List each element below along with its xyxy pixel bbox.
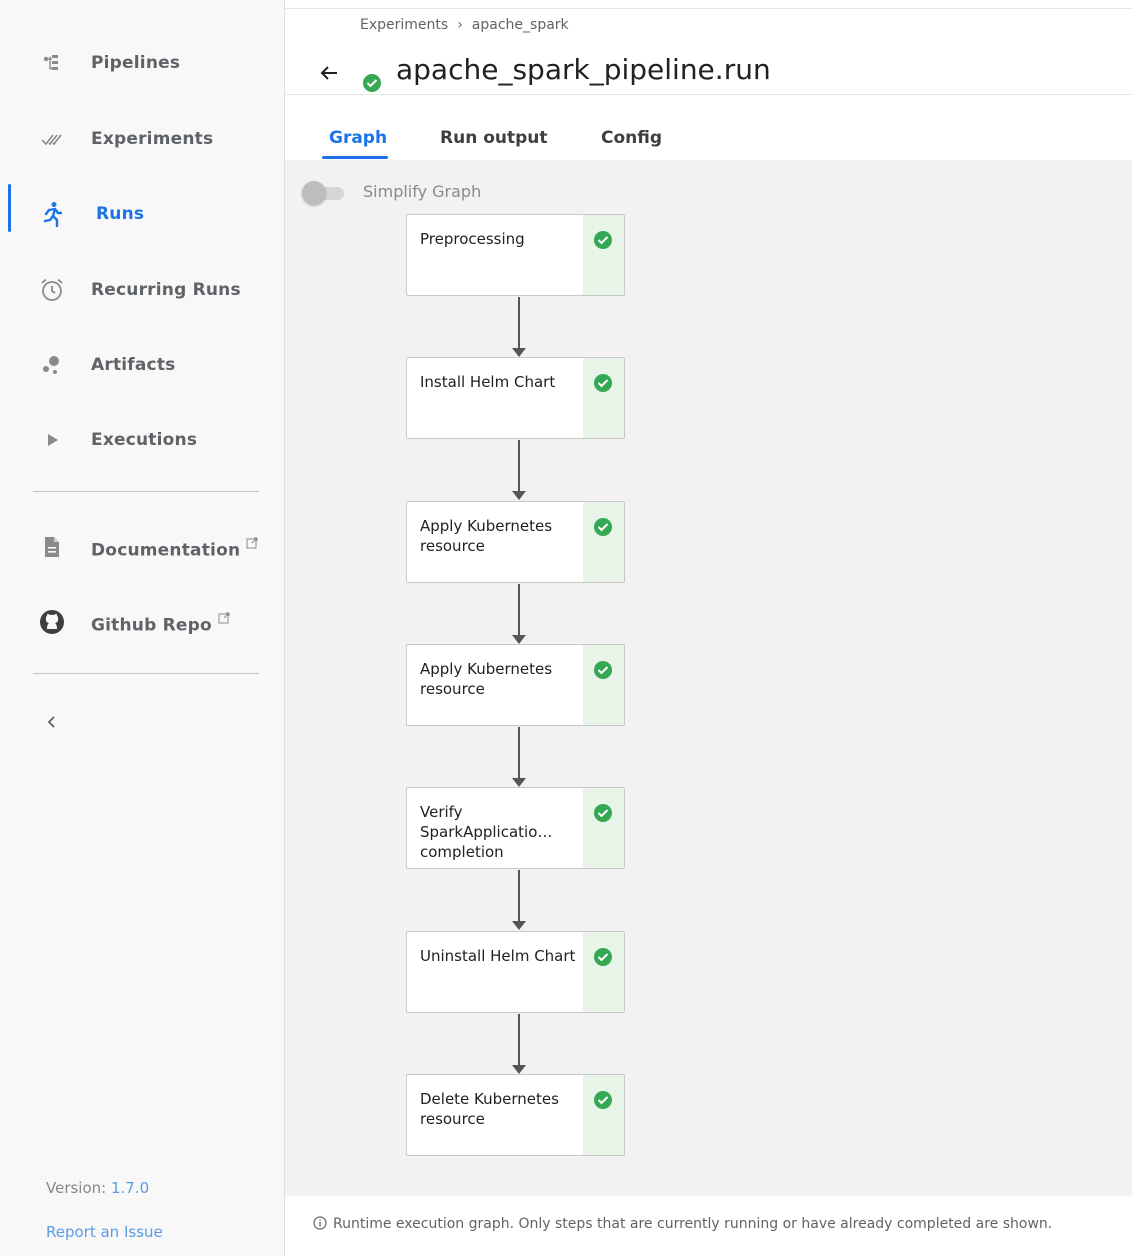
graph-node-verify-sparkapplication[interactable]: Verify SparkApplicatio… completion bbox=[406, 787, 625, 869]
footer-note-text: Runtime execution graph. Only steps that… bbox=[333, 1216, 1053, 1232]
info-icon bbox=[313, 1216, 327, 1234]
experiments-icon bbox=[38, 125, 66, 153]
sidebar-divider bbox=[33, 673, 259, 674]
documentation-text: Documentation bbox=[91, 540, 241, 561]
graph-edge bbox=[518, 440, 520, 491]
sidebar-link-documentation[interactable]: Documentation bbox=[0, 519, 285, 575]
node-label: Apply Kubernetes resource bbox=[420, 660, 553, 698]
success-check-icon bbox=[594, 1091, 612, 1109]
version-label: Version: bbox=[46, 1179, 107, 1197]
graph-edge bbox=[518, 870, 520, 921]
sidebar-divider bbox=[33, 491, 259, 492]
report-issue-link[interactable]: Report an Issue bbox=[46, 1223, 163, 1241]
arrowhead bbox=[512, 921, 526, 930]
node-label: Uninstall Helm Chart bbox=[420, 947, 576, 965]
breadcrumb: Experiments › apache_spark bbox=[360, 17, 569, 33]
pipelines-icon bbox=[38, 49, 66, 77]
tab-graph[interactable]: Graph bbox=[329, 128, 387, 148]
sidebar-item-label: Recurring Runs bbox=[91, 280, 241, 300]
graph-edge bbox=[518, 584, 520, 635]
breadcrumb-experiment[interactable]: apache_spark bbox=[472, 17, 569, 33]
github-icon bbox=[38, 608, 66, 636]
node-label: Apply Kubernetes resource bbox=[420, 517, 553, 555]
node-status bbox=[583, 1075, 624, 1155]
graph-node-delete-kubernetes-resource[interactable]: Delete Kubernetes resource bbox=[406, 1074, 625, 1156]
collapse-sidebar-button[interactable] bbox=[40, 710, 64, 734]
tab-run-output[interactable]: Run output bbox=[440, 128, 548, 148]
breadcrumb-experiments[interactable]: Experiments bbox=[360, 17, 448, 33]
back-button[interactable] bbox=[314, 58, 344, 88]
arrowhead bbox=[512, 1065, 526, 1074]
sidebar-link-label: Github Repo bbox=[91, 609, 230, 636]
arrowhead bbox=[512, 635, 526, 644]
graph-node-preprocessing[interactable]: Preprocessing bbox=[406, 214, 625, 296]
success-check-icon bbox=[594, 948, 612, 966]
sidebar-item-label: Pipelines bbox=[91, 53, 181, 73]
chevron-left-icon bbox=[47, 716, 55, 728]
tab-config[interactable]: Config bbox=[601, 128, 662, 148]
sidebar-item-runs[interactable]: Runs bbox=[0, 186, 285, 242]
arrow-left-icon bbox=[320, 66, 337, 80]
success-check-icon bbox=[594, 374, 612, 392]
graph-edge bbox=[518, 727, 520, 778]
graph-edge bbox=[518, 1014, 520, 1065]
simplify-graph-label: Simplify Graph bbox=[363, 182, 482, 201]
toggle-thumb bbox=[302, 181, 326, 205]
sidebar-link-label: Documentation bbox=[91, 534, 258, 561]
sidebar-item-executions[interactable]: Executions bbox=[0, 412, 285, 468]
arrowhead bbox=[512, 348, 526, 357]
sidebar-item-artifacts[interactable]: Artifacts bbox=[0, 337, 285, 393]
sidebar-item-recurring-runs[interactable]: Recurring Runs bbox=[0, 262, 285, 318]
runs-icon bbox=[38, 200, 66, 228]
breadcrumb-separator: › bbox=[457, 17, 463, 33]
page-title: apache_spark_pipeline.run bbox=[396, 53, 771, 86]
graph-node-apply-kubernetes-resource-1[interactable]: Apply Kubernetes resource bbox=[406, 501, 625, 583]
simplify-graph-toggle[interactable] bbox=[302, 181, 346, 205]
sidebar-item-label: Artifacts bbox=[91, 355, 176, 375]
node-status bbox=[583, 215, 624, 295]
header-divider bbox=[285, 94, 1132, 95]
success-check-icon bbox=[594, 231, 612, 249]
alarm-clock-icon bbox=[38, 276, 66, 304]
graph-node-uninstall-helm-chart[interactable]: Uninstall Helm Chart bbox=[406, 931, 625, 1013]
sidebar-item-label: Runs bbox=[96, 204, 145, 224]
active-tab-indicator bbox=[322, 156, 388, 159]
node-label: Preprocessing bbox=[420, 230, 525, 248]
play-icon bbox=[38, 426, 66, 454]
sidebar: Pipelines Experiments Runs Recurring Run… bbox=[0, 0, 285, 1256]
artifacts-icon bbox=[38, 351, 66, 379]
external-link-icon bbox=[218, 609, 230, 629]
graph-node-apply-kubernetes-resource-2[interactable]: Apply Kubernetes resource bbox=[406, 644, 625, 726]
sidebar-link-github[interactable]: Github Repo bbox=[0, 594, 285, 650]
graph-footer-note: Runtime execution graph. Only steps that… bbox=[313, 1216, 1052, 1234]
sidebar-item-experiments[interactable]: Experiments bbox=[0, 111, 285, 167]
node-status bbox=[583, 502, 624, 582]
external-link-icon bbox=[246, 534, 258, 554]
arrowhead bbox=[512, 778, 526, 787]
success-check-icon bbox=[594, 804, 612, 822]
document-icon bbox=[38, 533, 66, 561]
success-check-icon bbox=[594, 661, 612, 679]
node-label: Verify SparkApplicatio… completion bbox=[420, 803, 553, 861]
sidebar-item-label: Experiments bbox=[91, 129, 214, 149]
sidebar-item-pipelines[interactable]: Pipelines bbox=[0, 35, 285, 91]
sidebar-item-label: Executions bbox=[91, 430, 198, 450]
arrowhead bbox=[512, 491, 526, 500]
success-check-icon bbox=[594, 518, 612, 536]
node-status bbox=[583, 788, 624, 868]
version-info: Version: 1.7.0 bbox=[46, 1179, 149, 1197]
node-label: Install Helm Chart bbox=[420, 373, 556, 391]
graph-node-install-helm-chart[interactable]: Install Helm Chart bbox=[406, 357, 625, 439]
graph-edge bbox=[518, 297, 520, 348]
github-text: Github Repo bbox=[91, 615, 212, 636]
node-status bbox=[583, 358, 624, 438]
node-status bbox=[583, 932, 624, 1012]
success-status-icon bbox=[362, 73, 382, 93]
node-label: Delete Kubernetes resource bbox=[420, 1090, 559, 1128]
node-status bbox=[583, 645, 624, 725]
version-link[interactable]: 1.7.0 bbox=[111, 1179, 149, 1197]
